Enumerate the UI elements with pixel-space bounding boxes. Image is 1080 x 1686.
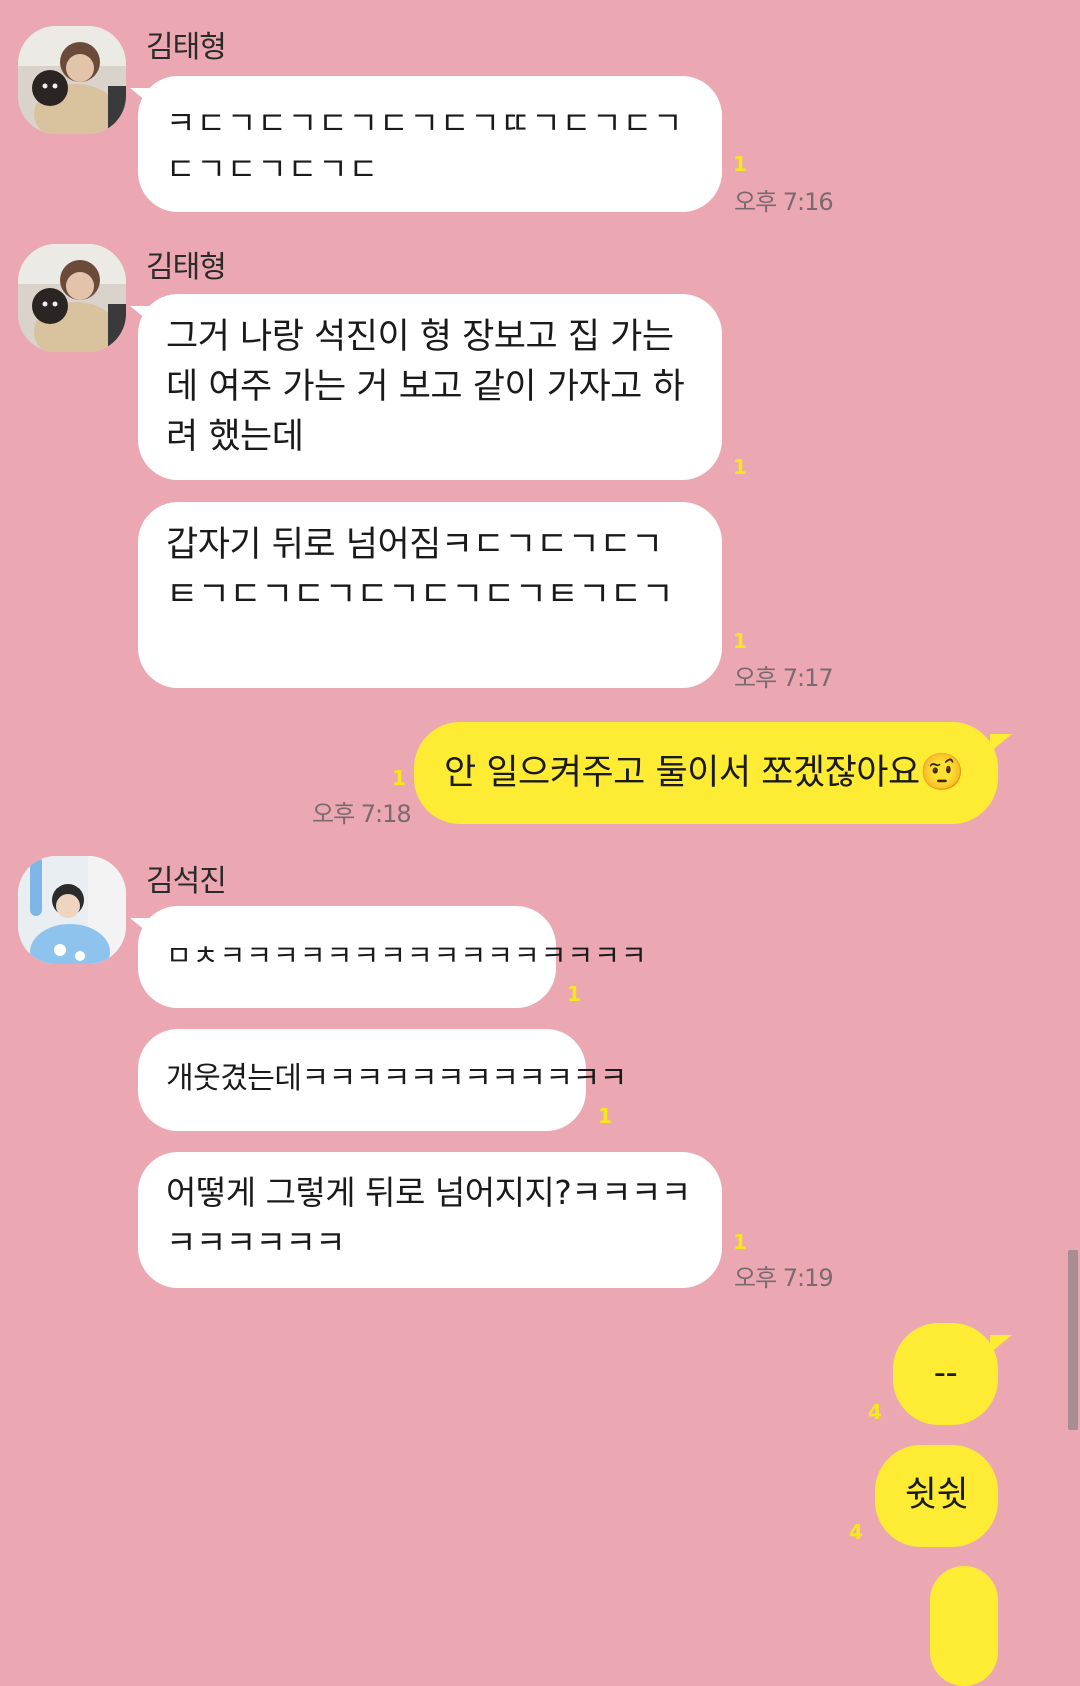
message-time: 오후 7:19 <box>734 1264 834 1292</box>
message-bubble[interactable]: 갑자기 뒤로 넘어짐ㅋㄷㄱㄷㄱㄷㄱㅌㄱㄷㄱㄷㄱㄷㄱㄷㄱㄷㄱㅌㄱㄷㄱ <box>138 502 722 688</box>
bubble-tail <box>990 1335 1012 1353</box>
sender-name: 김태형 <box>146 30 227 65</box>
unread-count: 4 <box>868 1400 882 1424</box>
message-bubble[interactable]: 그거 나랑 석진이 형 장보고 집 가는데 여주 가는 거 보고 같이 가자고 … <box>138 294 722 480</box>
unread-count: 1 <box>733 455 747 479</box>
my-message-bubble[interactable]: 안 일으켜주고 둘이서 쪼겠잖아요🤨 <box>414 722 998 824</box>
unread-count: 1 <box>733 1230 747 1254</box>
message-time: 오후 7:18 <box>312 800 412 828</box>
unread-count: 1 <box>392 766 406 790</box>
message-bubble[interactable]: 개웃겼는데ㅋㅋㅋㅋㅋㅋㅋㅋㅋㅋㅋㅋ <box>138 1029 627 1131</box>
profile-photo-icon <box>18 856 126 964</box>
unread-count: 1 <box>733 152 747 176</box>
profile-avatar-taehyung[interactable] <box>18 26 126 134</box>
my-message-bubble[interactable]: -- <box>893 1323 998 1425</box>
unread-count: 1 <box>567 982 581 1006</box>
my-message-bubble[interactable]: 쉿쉿 <box>875 1445 998 1547</box>
bubble-tail <box>990 734 1012 752</box>
unread-count: 1 <box>598 1104 612 1128</box>
profile-avatar-taehyung[interactable] <box>18 244 126 352</box>
chat-room: 김태형 ㅋㄷㄱㄷㄱㄷㄱㄷㄱㄷㄱㄸㄱㄷㄱㄷㄱㄷㄱㄷㄱㄷㄱㄷ 1 오후 7:16 김… <box>0 0 1080 1686</box>
message-bubble[interactable]: ㅋㄷㄱㄷㄱㄷㄱㄷㄱㄷㄱㄸㄱㄷㄱㄷㄱㄷㄱㄷㄱㄷㄱㄷ <box>138 76 722 212</box>
raised-eyebrow-emoji-icon: 🤨 <box>919 752 965 793</box>
message-time: 오후 7:16 <box>734 188 834 216</box>
message-bubble[interactable]: ㅁㅊㅋㅋㅋㅋㅋㅋㅋㅋㅋㅋㅋㅋㅋㅋㅋㅋ <box>138 906 647 1008</box>
profile-avatar-seokjin[interactable] <box>18 856 126 964</box>
sender-name: 김태형 <box>146 250 227 285</box>
message-time: 오후 7:17 <box>734 664 834 692</box>
profile-photo-icon <box>18 244 126 352</box>
message-bubble[interactable]: 어떻게 그렇게 뒤로 넘어지지?ㅋㅋㅋㅋㅋㅋㅋㅋㅋㅋ <box>138 1152 722 1288</box>
unread-count: 1 <box>733 629 747 653</box>
message-text: 안 일으켜주고 둘이서 쪼겠잖아요 <box>444 753 920 793</box>
my-message-bubble-partial[interactable] <box>930 1566 998 1686</box>
unread-count: 4 <box>849 1520 863 1544</box>
profile-photo-icon <box>18 26 126 134</box>
sender-name: 김석진 <box>146 864 227 899</box>
scrollbar[interactable] <box>1068 1250 1078 1430</box>
